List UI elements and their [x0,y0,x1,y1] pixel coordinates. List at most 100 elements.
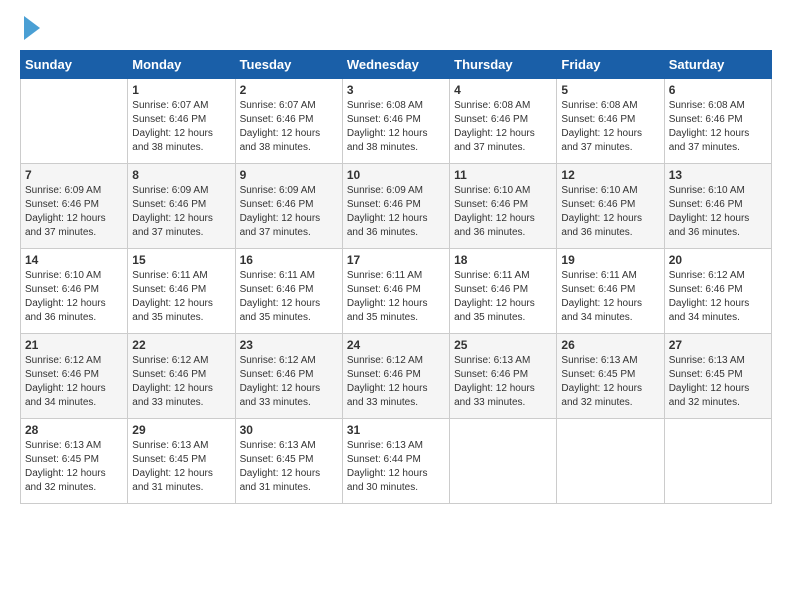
cell-sunrise-sunset-info: Sunrise: 6:13 AM Sunset: 6:44 PM Dayligh… [347,439,445,495]
cell-sunrise-sunset-info: Sunrise: 6:13 AM Sunset: 6:45 PM Dayligh… [240,439,338,495]
calendar-cell: 30 Sunrise: 6:13 AM Sunset: 6:45 PM Dayli… [235,419,342,504]
calendar-cell: 13 Sunrise: 6:10 AM Sunset: 6:46 PM Dayli… [664,164,771,249]
calendar-cell: 16Sunrise: 6:11 AM Sunset: 6:46 PM Dayli… [235,249,342,334]
day-number: 16 [240,253,338,267]
calendar-table: SundayMondayTuesdayWednesdayThursdayFrid… [20,50,772,504]
cell-sunrise-sunset-info: Sunrise: 6:10 AM Sunset: 6:46 PM Dayligh… [669,184,767,240]
calendar-cell [557,419,664,504]
cell-sunrise-sunset-info: Sunrise: 6:12 AM Sunset: 6:46 PM Dayligh… [25,354,123,410]
calendar-cell: 18 Sunrise: 6:11 AM Sunset: 6:46 PM Dayli… [450,249,557,334]
calendar-cell: 11Sunrise: 6:10 AM Sunset: 6:46 PM Dayli… [450,164,557,249]
day-number: 10 [347,168,445,182]
calendar-cell: 15 Sunrise: 6:11 AM Sunset: 6:46 PM Dayli… [128,249,235,334]
cell-sunrise-sunset-info: Sunrise: 6:08 AM Sunset: 6:46 PM Dayligh… [347,99,445,155]
calendar-week-row: 21 Sunrise: 6:12 AM Sunset: 6:46 PM Dayli… [21,334,772,419]
page-header [20,20,772,40]
day-number: 26 [561,338,659,352]
day-number: 23 [240,338,338,352]
calendar-cell [664,419,771,504]
logo [20,20,40,40]
calendar-cell: 4Sunrise: 6:08 AM Sunset: 6:46 PM Daylig… [450,79,557,164]
cell-sunrise-sunset-info: Sunrise: 6:12 AM Sunset: 6:46 PM Dayligh… [347,354,445,410]
calendar-cell: 17Sunrise: 6:11 AM Sunset: 6:46 PM Dayli… [342,249,449,334]
day-number: 3 [347,83,445,97]
calendar-cell: 22 Sunrise: 6:12 AM Sunset: 6:46 PM Dayli… [128,334,235,419]
cell-sunrise-sunset-info: Sunrise: 6:13 AM Sunset: 6:45 PM Dayligh… [25,439,123,495]
day-number: 29 [132,423,230,437]
day-number: 19 [561,253,659,267]
day-number: 9 [240,168,338,182]
cell-sunrise-sunset-info: Sunrise: 6:13 AM Sunset: 6:45 PM Dayligh… [669,354,767,410]
calendar-header-saturday: Saturday [664,51,771,79]
logo-arrow-icon [24,16,40,40]
calendar-cell: 1 Sunrise: 6:07 AM Sunset: 6:46 PM Daylig… [128,79,235,164]
calendar-header-friday: Friday [557,51,664,79]
cell-sunrise-sunset-info: Sunrise: 6:10 AM Sunset: 6:46 PM Dayligh… [561,184,659,240]
day-number: 13 [669,168,767,182]
cell-sunrise-sunset-info: Sunrise: 6:08 AM Sunset: 6:46 PM Dayligh… [561,99,659,155]
calendar-week-row: 7 Sunrise: 6:09 AM Sunset: 6:46 PM Daylig… [21,164,772,249]
calendar-header-tuesday: Tuesday [235,51,342,79]
calendar-header-thursday: Thursday [450,51,557,79]
day-number: 1 [132,83,230,97]
cell-sunrise-sunset-info: Sunrise: 6:12 AM Sunset: 6:46 PM Dayligh… [669,269,767,325]
day-number: 14 [25,253,123,267]
cell-sunrise-sunset-info: Sunrise: 6:09 AM Sunset: 6:46 PM Dayligh… [347,184,445,240]
calendar-header-sunday: Sunday [21,51,128,79]
day-number: 27 [669,338,767,352]
calendar-week-row: 28 Sunrise: 6:13 AM Sunset: 6:45 PM Dayli… [21,419,772,504]
calendar-week-row: 14 Sunrise: 6:10 AM Sunset: 6:46 PM Dayli… [21,249,772,334]
calendar-cell: 28 Sunrise: 6:13 AM Sunset: 6:45 PM Dayli… [21,419,128,504]
day-number: 24 [347,338,445,352]
calendar-cell: 27 Sunrise: 6:13 AM Sunset: 6:45 PM Dayli… [664,334,771,419]
calendar-cell: 9 Sunrise: 6:09 AM Sunset: 6:46 PM Daylig… [235,164,342,249]
cell-sunrise-sunset-info: Sunrise: 6:12 AM Sunset: 6:46 PM Dayligh… [132,354,230,410]
day-number: 7 [25,168,123,182]
calendar-header-monday: Monday [128,51,235,79]
day-number: 12 [561,168,659,182]
calendar-cell: 12 Sunrise: 6:10 AM Sunset: 6:46 PM Dayli… [557,164,664,249]
cell-sunrise-sunset-info: Sunrise: 6:12 AM Sunset: 6:46 PM Dayligh… [240,354,338,410]
cell-sunrise-sunset-info: Sunrise: 6:11 AM Sunset: 6:46 PM Dayligh… [454,269,552,325]
cell-sunrise-sunset-info: Sunrise: 6:10 AM Sunset: 6:46 PM Dayligh… [25,269,123,325]
calendar-cell: 21 Sunrise: 6:12 AM Sunset: 6:46 PM Dayli… [21,334,128,419]
day-number: 25 [454,338,552,352]
day-number: 28 [25,423,123,437]
day-number: 15 [132,253,230,267]
cell-sunrise-sunset-info: Sunrise: 6:09 AM Sunset: 6:46 PM Dayligh… [25,184,123,240]
day-number: 18 [454,253,552,267]
cell-sunrise-sunset-info: Sunrise: 6:11 AM Sunset: 6:46 PM Dayligh… [561,269,659,325]
cell-sunrise-sunset-info: Sunrise: 6:09 AM Sunset: 6:46 PM Dayligh… [132,184,230,240]
calendar-cell: 2 Sunrise: 6:07 AM Sunset: 6:46 PM Daylig… [235,79,342,164]
cell-sunrise-sunset-info: Sunrise: 6:08 AM Sunset: 6:46 PM Dayligh… [669,99,767,155]
day-number: 8 [132,168,230,182]
day-number: 20 [669,253,767,267]
day-number: 21 [25,338,123,352]
calendar-cell [21,79,128,164]
day-number: 17 [347,253,445,267]
day-number: 5 [561,83,659,97]
calendar-cell [450,419,557,504]
cell-sunrise-sunset-info: Sunrise: 6:11 AM Sunset: 6:46 PM Dayligh… [132,269,230,325]
day-number: 22 [132,338,230,352]
calendar-cell: 19 Sunrise: 6:11 AM Sunset: 6:46 PM Dayli… [557,249,664,334]
calendar-cell: 26Sunrise: 6:13 AM Sunset: 6:45 PM Dayli… [557,334,664,419]
calendar-cell: 14 Sunrise: 6:10 AM Sunset: 6:46 PM Dayli… [21,249,128,334]
calendar-cell: 29 Sunrise: 6:13 AM Sunset: 6:45 PM Dayli… [128,419,235,504]
day-number: 2 [240,83,338,97]
calendar-cell: 8 Sunrise: 6:09 AM Sunset: 6:46 PM Daylig… [128,164,235,249]
calendar-cell: 24 Sunrise: 6:12 AM Sunset: 6:46 PM Dayli… [342,334,449,419]
calendar-week-row: 1 Sunrise: 6:07 AM Sunset: 6:46 PM Daylig… [21,79,772,164]
cell-sunrise-sunset-info: Sunrise: 6:07 AM Sunset: 6:46 PM Dayligh… [240,99,338,155]
day-number: 11 [454,168,552,182]
calendar-cell: 23 Sunrise: 6:12 AM Sunset: 6:46 PM Dayli… [235,334,342,419]
calendar-cell: 7 Sunrise: 6:09 AM Sunset: 6:46 PM Daylig… [21,164,128,249]
cell-sunrise-sunset-info: Sunrise: 6:07 AM Sunset: 6:46 PM Dayligh… [132,99,230,155]
calendar-cell: 31Sunrise: 6:13 AM Sunset: 6:44 PM Dayli… [342,419,449,504]
cell-sunrise-sunset-info: Sunrise: 6:13 AM Sunset: 6:45 PM Dayligh… [132,439,230,495]
calendar-cell: 25Sunrise: 6:13 AM Sunset: 6:46 PM Dayli… [450,334,557,419]
calendar-cell: 6Sunrise: 6:08 AM Sunset: 6:46 PM Daylig… [664,79,771,164]
day-number: 30 [240,423,338,437]
cell-sunrise-sunset-info: Sunrise: 6:08 AM Sunset: 6:46 PM Dayligh… [454,99,552,155]
cell-sunrise-sunset-info: Sunrise: 6:09 AM Sunset: 6:46 PM Dayligh… [240,184,338,240]
